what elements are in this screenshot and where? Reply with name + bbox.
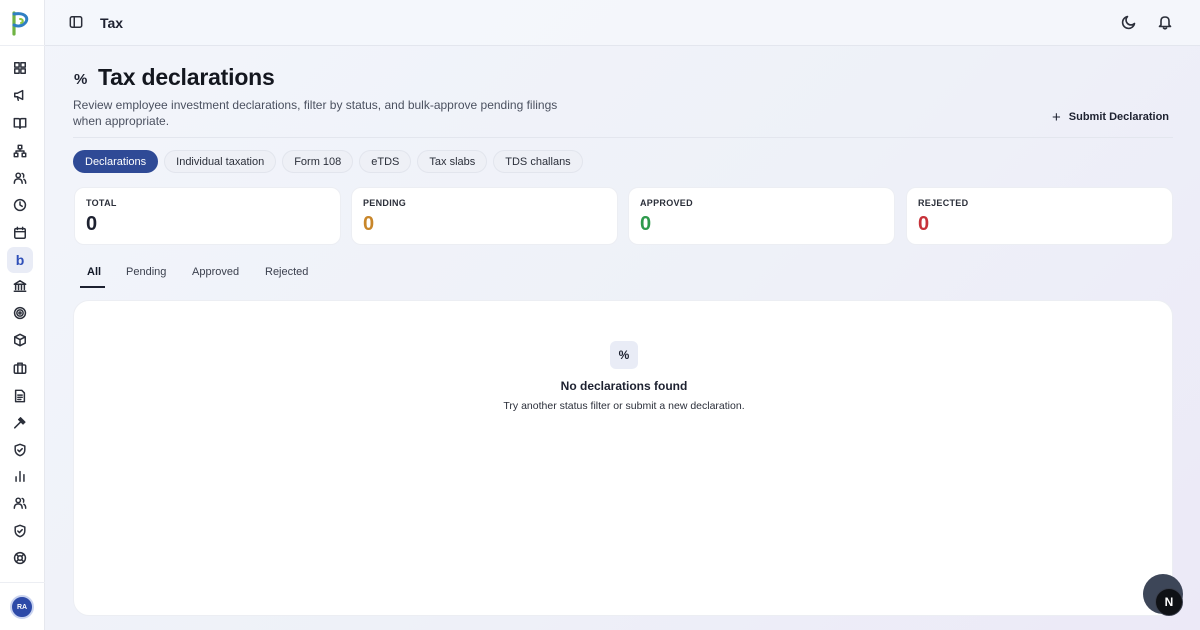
user-avatar[interactable]: RA	[10, 595, 34, 619]
tab-declarations[interactable]: Declarations	[73, 150, 159, 173]
notifications-bell-icon[interactable]	[1157, 14, 1175, 32]
nav-clock-icon[interactable]	[7, 192, 33, 218]
nav-dashboard-icon[interactable]	[7, 55, 33, 81]
declarations-panel: % No declarations found Try another stat…	[73, 300, 1173, 616]
theme-toggle-moon-icon[interactable]	[1121, 14, 1139, 32]
nav-team-icon[interactable]	[7, 490, 33, 516]
section-tabs: Declarations Individual taxation Form 10…	[73, 150, 583, 173]
floating-n-badge[interactable]: N	[1155, 588, 1183, 616]
page-description: Review employee investment declarations,…	[73, 98, 558, 128]
empty-state-subtitle: Try another status filter or submit a ne…	[503, 400, 745, 412]
nav-gavel-icon[interactable]	[7, 410, 33, 436]
nav-calendar-icon[interactable]	[7, 220, 33, 246]
stat-rejected-value: 0	[918, 213, 930, 235]
stat-pending-value: 0	[363, 213, 375, 235]
app-logo[interactable]	[8, 10, 32, 36]
sidebar-divider	[0, 45, 45, 46]
nav-lifebuoy-icon[interactable]	[7, 545, 33, 571]
tab-etds[interactable]: eTDS	[359, 150, 412, 173]
filter-tab-approved[interactable]: Approved	[192, 266, 239, 278]
stat-card-approved: APPROVED 0	[628, 187, 895, 245]
tab-individual-taxation[interactable]: Individual taxation	[164, 150, 277, 173]
submit-declaration-button[interactable]: + Submit Declaration	[1040, 104, 1173, 130]
header-divider	[73, 137, 1173, 138]
submit-declaration-label: Submit Declaration	[1068, 111, 1170, 123]
nav-shield-check-icon[interactable]	[7, 437, 33, 463]
tab-form-108[interactable]: Form 108	[282, 150, 354, 173]
sidebar-bottom-divider	[0, 582, 45, 583]
active-tab-indicator	[80, 286, 105, 288]
nav-shield-icon[interactable]	[7, 518, 33, 544]
stat-total-value: 0	[86, 213, 98, 235]
stat-card-total: TOTAL 0	[74, 187, 341, 245]
stat-approved-value: 0	[640, 213, 652, 235]
stat-total-label: TOTAL	[86, 198, 117, 208]
topbar-title: Tax	[100, 15, 124, 31]
topbar: Tax	[45, 0, 1200, 46]
tab-tax-slabs[interactable]: Tax slabs	[417, 150, 488, 173]
filter-tab-all[interactable]: All	[87, 266, 101, 278]
nav-megaphone-icon[interactable]	[7, 82, 33, 108]
nav-tax-glyph: b	[15, 252, 25, 268]
nav-users-icon[interactable]	[7, 165, 33, 191]
nav-book-icon[interactable]	[7, 110, 33, 136]
page-title: Tax declarations	[98, 64, 275, 90]
stat-pending-label: PENDING	[363, 198, 407, 208]
nav-document-icon[interactable]	[7, 383, 33, 409]
nav-bank-icon[interactable]	[7, 273, 33, 299]
nav-briefcase-icon[interactable]	[7, 355, 33, 381]
sidebar: b RA	[0, 0, 45, 630]
plus-icon: +	[1052, 108, 1061, 126]
nav-tax-icon[interactable]: b	[7, 247, 33, 273]
nav-package-icon[interactable]	[7, 327, 33, 353]
stat-card-rejected: REJECTED 0	[906, 187, 1173, 245]
filter-tab-pending[interactable]: Pending	[126, 266, 166, 278]
empty-state-title: No declarations found	[560, 379, 688, 393]
percent-icon: %	[74, 71, 88, 88]
stat-card-pending: PENDING 0	[351, 187, 618, 245]
nav-org-chart-icon[interactable]	[7, 138, 33, 164]
nav-bar-chart-icon[interactable]	[7, 463, 33, 489]
stat-rejected-label: REJECTED	[918, 198, 969, 208]
sidebar-toggle-icon[interactable]	[69, 15, 85, 31]
filter-tab-rejected[interactable]: Rejected	[265, 266, 308, 278]
empty-percent-icon: %	[610, 341, 638, 369]
tab-tds-challans[interactable]: TDS challans	[493, 150, 583, 173]
nav-target-icon[interactable]	[7, 300, 33, 326]
stat-approved-label: APPROVED	[640, 198, 693, 208]
